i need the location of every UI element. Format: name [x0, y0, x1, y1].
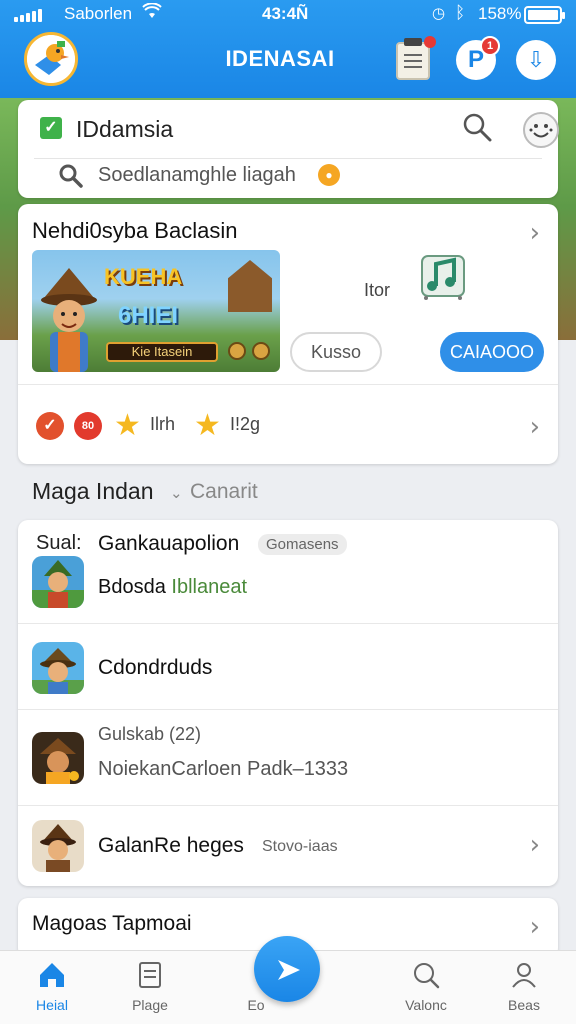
tab-label: Heial [36, 997, 68, 1013]
tab-home[interactable]: Heial [12, 959, 92, 1013]
music-note-icon [421, 255, 465, 300]
list-item-lead: Sual: [36, 532, 82, 554]
divider [18, 384, 558, 385]
list-item[interactable]: Cdondrduds [18, 624, 558, 710]
tab-label: Plage [132, 997, 168, 1013]
divider [34, 158, 542, 159]
game-avatar [32, 642, 84, 694]
download-button[interactable]: ⇩ [516, 40, 556, 80]
chevron-right-icon[interactable]: › [530, 830, 540, 860]
person-icon [512, 963, 536, 988]
list-item[interactable]: GalanRe heges Stovo-iaas › [18, 806, 558, 886]
chevron-right-icon[interactable]: › [530, 912, 540, 942]
profile-button[interactable]: P 1 [456, 36, 500, 80]
featured-title: Nehdi0syba Baclasin [32, 218, 238, 243]
list-item-title: NoiekanCarloen Padk–1333 [98, 758, 349, 780]
rating-text: Ilrh [150, 414, 176, 434]
chevron-right-icon[interactable]: › [530, 412, 540, 442]
carrier-name: Saborlen [64, 4, 133, 23]
notes-button[interactable] [396, 36, 436, 80]
banner-subheadline: 6HIEI [118, 302, 179, 329]
game-avatar [32, 556, 84, 608]
search-icon [414, 963, 440, 989]
document-icon [139, 962, 161, 988]
search-input[interactable] [98, 162, 398, 188]
play-button[interactable] [254, 936, 320, 1002]
battery-icon [524, 6, 565, 24]
coin-icon: ● [318, 164, 340, 186]
notification-badge: 1 [480, 36, 500, 56]
app-header: Saborlen 43:4Ñ ◷ ᛒ 158% IDENASAI P 1 ⇩ [0, 0, 576, 98]
chevron-right-icon[interactable]: › [530, 218, 540, 248]
list-item-title: GalanRe heges [98, 834, 244, 857]
list-item-tag: Gomasens [258, 534, 347, 555]
tab-label: Beas [508, 997, 540, 1013]
search-card: ✓ IDdamsia ● [18, 100, 559, 198]
secondary-button[interactable]: Kusso [290, 332, 382, 372]
brand-name: IDdamsia [76, 116, 174, 142]
game-avatar [32, 732, 84, 784]
list-item-subtitle: Bdosda Ibllaneat [98, 576, 248, 598]
section-card-title: Magoas Tapmoai [32, 912, 192, 935]
game-banner[interactable]: KUEHA 6HIEI Kie Itasein [32, 250, 280, 372]
list-item-meta: Gulskab (22) [98, 724, 202, 744]
notes-badge [424, 36, 436, 48]
count-badge: 80 [74, 412, 102, 440]
banner-headline: KUEHA [104, 264, 183, 289]
featured-card: Nehdi0syba Baclasin › KUEHA 6HIEI Kie It… [18, 204, 558, 464]
signal-icon [14, 9, 42, 22]
list-item-title: Cdondrduds [98, 656, 213, 679]
alarm-icon: ◷ [432, 5, 446, 22]
game-list: Sual: Gankauapolion Gomasens Bdosda Ibll… [18, 520, 558, 886]
status-time: 43:4Ñ [262, 4, 309, 23]
battery-percent: 158% [478, 4, 522, 23]
section-filter[interactable]: Canarit [190, 480, 258, 504]
battery-fill [528, 10, 558, 20]
tab-profile[interactable]: Beas [484, 959, 564, 1013]
smiley-icon [529, 124, 553, 138]
search-field-icon [59, 164, 83, 188]
list-item-title: Gankauapolion [98, 532, 240, 555]
banner-coin [252, 342, 270, 360]
game-avatar [32, 820, 84, 872]
house-image [228, 260, 272, 312]
tab-search[interactable]: Valonc [386, 959, 466, 1013]
check-icon: ✓ [40, 117, 62, 139]
smiley-button[interactable] [523, 112, 559, 148]
search-icon[interactable] [462, 112, 492, 142]
home-icon [40, 963, 64, 987]
play-icon [278, 960, 300, 980]
hero-character-image [41, 268, 97, 372]
list-item[interactable]: Sual: Gankauapolion Gomasens Bdosda Ibll… [18, 520, 558, 624]
star-icon: ★ [114, 408, 141, 443]
tab-label: Valonc [405, 997, 447, 1013]
tab-page[interactable]: Plage [110, 959, 190, 1013]
banner-button[interactable]: Kie Itasein [106, 342, 218, 362]
chevron-down-icon[interactable]: ⌄ [170, 484, 183, 502]
primary-button[interactable]: CAIAOOO [440, 332, 544, 372]
app-title: IDENASAI [225, 46, 335, 71]
bluetooth-icon: ᛒ [455, 3, 466, 22]
app-logo[interactable] [24, 32, 78, 86]
banner-coin [228, 342, 246, 360]
list-item[interactable]: Gulskab (22) NoiekanCarloen Padk–1333 [18, 710, 558, 806]
download-icon: ⇩ [526, 47, 546, 72]
status-bar: Saborlen 43:4Ñ ◷ ᛒ 158% [0, 0, 576, 30]
star-icon: ★ [194, 408, 221, 443]
check-badge-icon: ✓ [36, 412, 64, 440]
rating-text: I!2g [230, 414, 261, 434]
store-label: Itor [364, 280, 391, 300]
section-title: Maga Indan [32, 478, 154, 504]
wifi-icon [142, 2, 162, 24]
list-item-subtitle: Stovo-iaas [262, 838, 338, 855]
